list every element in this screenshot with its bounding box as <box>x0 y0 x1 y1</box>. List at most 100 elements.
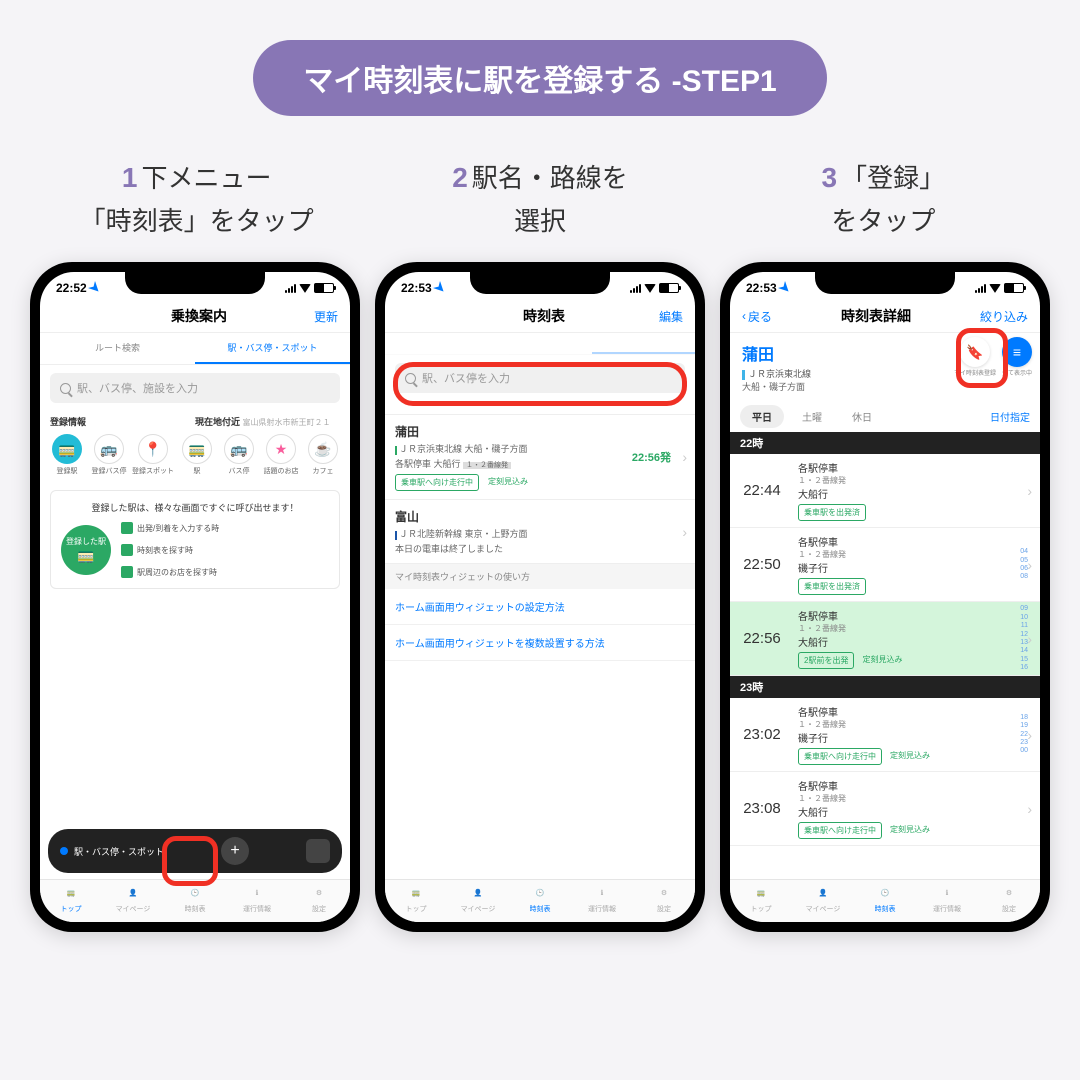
location-icon <box>433 281 447 295</box>
cat-registered-spot[interactable]: 📍登録スポット <box>134 434 172 476</box>
battery-icon <box>1004 283 1024 293</box>
list-icon: ≡ <box>1002 337 1032 367</box>
floating-tab-bar[interactable]: 駅・バス停・スポット + <box>48 829 342 873</box>
category-icons[interactable]: 🚃登録駅 🚌登録バス停 📍登録スポット 🚃駅 🚌バス停 ★話題のお店 ☕カフェ <box>40 430 350 484</box>
edit-button[interactable]: 編集 <box>659 308 683 325</box>
chevron-right-icon: › <box>1027 557 1032 573</box>
person-icon: 👤 <box>123 884 143 902</box>
departure-time: 23:02 <box>730 698 794 771</box>
train-icon: 🚃 <box>61 884 81 902</box>
cat-registered-station[interactable]: 🚃登録駅 <box>50 434 84 476</box>
cat-trending[interactable]: ★話題のお店 <box>264 434 298 476</box>
gear-icon: ⚙ <box>309 884 329 902</box>
nav-service-info[interactable]: ℹ運行情報 <box>226 884 288 914</box>
nav-top[interactable]: 🚃トップ <box>385 884 447 914</box>
nav-settings[interactable]: ⚙設定 <box>288 884 350 914</box>
signal-icon <box>630 284 641 293</box>
nav-timetable[interactable]: 🕒時刻表 <box>509 884 571 914</box>
my-station-kamata[interactable]: 蒲田 ＪＲ京浜東北線 大船・磯子方面 各駅停車 大船行 １・２番線発 乗車駅へ向… <box>385 415 695 500</box>
link-widget-multiple[interactable]: ホーム画面用ウィジェットを複数設置する方法 <box>385 625 695 661</box>
bottom-nav: 🚃トップ 👤マイページ 🕒時刻表 ℹ運行情報 ⚙設定 <box>730 879 1040 922</box>
person-icon: 👤 <box>468 884 488 902</box>
status-tag: 乗車駅を出発済 <box>798 504 866 521</box>
train-row[interactable]: 23:02各駅停車１・２番線発磯子行乗車駅へ向け走行中定刻見込み›1819222… <box>730 698 1040 772</box>
wifi-icon <box>989 284 1001 293</box>
display-mode-button[interactable]: ≡ 全て表示中 <box>1002 337 1032 377</box>
tab-route-search[interactable]: ルート検索 <box>40 333 195 364</box>
status-tag: 乗車駅へ向け走行中 <box>798 748 882 765</box>
tab-weekday[interactable]: 平日 <box>740 405 784 428</box>
tab-saturday[interactable]: 土曜 <box>790 405 834 428</box>
screen-title: 時刻表詳細 <box>772 306 980 326</box>
nav-mypage[interactable]: 👤マイページ <box>447 884 509 914</box>
nav-top[interactable]: 🚃トップ <box>730 884 792 914</box>
step-2-label: 2駅名・路線を 選択 <box>373 156 706 242</box>
train-row[interactable]: 23:08各駅停車１・２番線発大船行乗車駅へ向け走行中定刻見込み› <box>730 772 1040 846</box>
bottom-nav: 🚃トップ 👤マイページ 🕒時刻表 ℹ運行情報 ⚙設定 <box>385 879 695 922</box>
train-type: 各駅停車 <box>798 464 838 475</box>
nav-settings[interactable]: ⚙設定 <box>978 884 1040 914</box>
add-button[interactable]: + <box>221 837 249 865</box>
nav-mypage[interactable]: 👤マイページ <box>792 884 854 914</box>
destination: 大船行 <box>798 804 1036 819</box>
train-row[interactable]: 22:44各駅停車１・２番線発大船行乗車駅を出発済› <box>730 454 1040 528</box>
search-icon <box>60 383 71 394</box>
nav-timetable[interactable]: 🕒時刻表 <box>164 884 226 914</box>
chevron-right-icon: › <box>1027 727 1032 743</box>
train-row[interactable]: 22:56各駅停車１・２番線発大船行2駅前を出発定刻見込み›0910111213… <box>730 602 1040 676</box>
notch <box>125 272 265 294</box>
destination: 大船行 <box>798 486 1036 501</box>
destination: 磯子行 <box>798 730 1036 745</box>
screen-title: 時刻表 <box>429 306 659 326</box>
tab-station-spot[interactable]: 駅・バス停・スポット <box>195 333 350 364</box>
ontime-tag: 定刻見込み <box>885 748 935 765</box>
train-type: 各駅停車 <box>798 708 838 719</box>
day-tabs: 平日 土曜 休日 日付指定 <box>730 401 1040 432</box>
wifi-icon <box>299 284 311 293</box>
date-picker-link[interactable]: 日付指定 <box>990 409 1030 424</box>
nav-top[interactable]: 🚃トップ <box>40 884 102 914</box>
train-icon: 🚃 <box>751 884 771 902</box>
train-row[interactable]: 22:50各駅停車１・２番線発磯子行乗車駅を出発済›04050608 <box>730 528 1040 602</box>
cat-registered-busstop[interactable]: 🚌登録バス停 <box>92 434 126 476</box>
step-3-label: 3「登録」 をタップ <box>717 156 1050 242</box>
widget-section-header: マイ時刻表ウィジェットの使い方 <box>385 564 695 589</box>
copy-button[interactable] <box>306 839 330 863</box>
clock-icon: 🕒 <box>875 884 895 902</box>
nav-service-info[interactable]: ℹ運行情報 <box>916 884 978 914</box>
info-icon: ℹ <box>247 884 267 902</box>
hour-23-header: 23時 <box>730 676 1040 698</box>
cat-cafe[interactable]: ☕カフェ <box>306 434 340 476</box>
notch <box>815 272 955 294</box>
search-input[interactable]: 駅、バス停を入力 <box>395 363 685 393</box>
registered-station-badge: 登録した駅 🚃 <box>61 525 111 575</box>
route-icon <box>121 522 133 534</box>
my-station-toyama[interactable]: 富山 ＪＲ北陸新幹線 東京・上野方面 本日の電車は終了しました › <box>385 500 695 564</box>
nav-mypage[interactable]: 👤マイページ <box>102 884 164 914</box>
search-input[interactable]: 駅、バス停、施設を入力 <box>50 373 340 403</box>
refresh-button[interactable]: 更新 <box>314 308 338 325</box>
cat-station[interactable]: 🚃駅 <box>180 434 214 476</box>
link-widget-setup[interactable]: ホーム画面用ウィジェットの設定方法 <box>385 589 695 625</box>
back-button[interactable]: ‹ 戻る <box>742 308 772 325</box>
chevron-right-icon: › <box>1027 631 1032 647</box>
nav-timetable[interactable]: 🕒時刻表 <box>854 884 916 914</box>
chevron-right-icon: › <box>1027 801 1032 817</box>
cat-busstop[interactable]: 🚌バス停 <box>222 434 256 476</box>
nav-settings[interactable]: ⚙設定 <box>633 884 695 914</box>
tab-holiday[interactable]: 休日 <box>840 405 884 428</box>
departure-time: 22:44 <box>730 454 794 527</box>
battery-icon <box>314 283 334 293</box>
bookmark-icon: 🔖 <box>960 337 990 367</box>
nav-service-info[interactable]: ℹ運行情報 <box>571 884 633 914</box>
section-nearby: 現在地付近 富山県射水市新王町２１ <box>195 415 340 428</box>
phone-3: 22:53 ‹ 戻る 時刻表詳細 絞り込み 蒲田 ＪＲ京浜東北線 <box>720 262 1050 932</box>
filter-button[interactable]: 絞り込み <box>980 308 1028 325</box>
platform: １・２番線発 <box>798 623 1036 634</box>
train-type: 各駅停車 <box>798 782 838 793</box>
nav-header: 乗換案内 更新 <box>40 300 350 333</box>
departure-time: 22:56 <box>730 602 794 675</box>
register-button[interactable]: 🔖 マイ時刻表登録 <box>954 337 996 377</box>
clock-icon: 🕒 <box>185 884 205 902</box>
timetable-icon <box>121 544 133 556</box>
